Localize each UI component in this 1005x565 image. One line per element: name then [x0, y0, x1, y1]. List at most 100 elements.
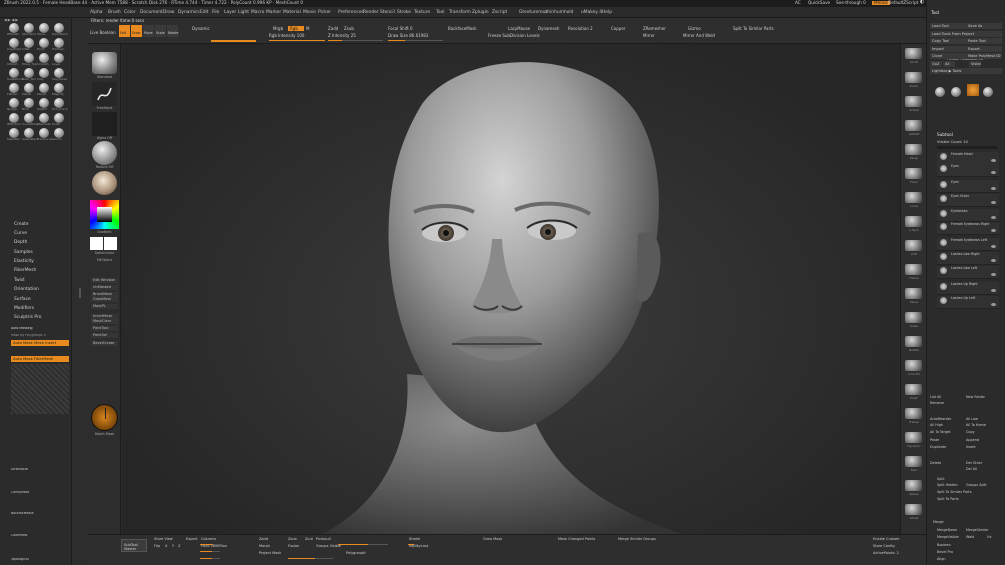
- dynamic-label[interactable]: Dynamic: [192, 27, 210, 31]
- tool-button[interactable]: Load Tools From Project: [930, 31, 1002, 37]
- eye-icon[interactable]: [991, 229, 996, 232]
- rgb-intensity[interactable]: Rgb Intensity 100: [269, 34, 304, 38]
- tool-button[interactable]: Visible: [969, 61, 981, 67]
- stroke-thumbnail[interactable]: [92, 82, 117, 106]
- subtool-action[interactable]: Boolean: [937, 543, 951, 547]
- menu-item[interactable]: Brush: [108, 10, 121, 15]
- history-bar[interactable]: [211, 40, 256, 42]
- right-shelf-icon[interactable]: [905, 384, 922, 395]
- subtool-action[interactable]: Uv: [987, 535, 992, 539]
- bottom-slider[interactable]: [200, 544, 222, 545]
- left-lower-item[interactable]: CavityMask: [11, 491, 69, 496]
- left-menu-item[interactable]: Depth: [14, 240, 27, 245]
- subtool-row[interactable]: Lashes Up Right: [937, 282, 999, 295]
- tool-button[interactable]: Make PolyMesh3D: [966, 53, 1002, 59]
- left-menu-item[interactable]: Curve: [14, 231, 27, 236]
- scale-button[interactable]: Scale: [155, 25, 166, 37]
- bottom-shelf-item[interactable]: Polygroupit: [346, 551, 366, 556]
- shelf-button[interactable]: Edit Window: [91, 278, 118, 283]
- bottom-shelf-item[interactable]: Flip: [154, 544, 160, 549]
- main-color-swatch[interactable]: [90, 237, 103, 250]
- focal-shift[interactable]: Focal Shift 0: [388, 27, 413, 31]
- menu-item[interactable]: File: [212, 10, 219, 15]
- right-shelf-icon[interactable]: [905, 240, 922, 251]
- menu-item[interactable]: Color: [124, 10, 135, 15]
- mrgb-button[interactable]: Mrgb: [273, 27, 283, 31]
- tool-button[interactable]: Import: [930, 46, 966, 52]
- tool-thumb-sphere[interactable]: [951, 87, 961, 97]
- subtool-action[interactable]: Copy: [966, 430, 975, 434]
- eye-icon[interactable]: [991, 159, 996, 162]
- zremesher-button[interactable]: ZRemesher: [643, 27, 666, 31]
- menu-item[interactable]: Edit: [200, 10, 209, 15]
- draw-size-slider[interactable]: [388, 40, 443, 41]
- brush-thumbnail[interactable]: [92, 52, 117, 74]
- eye-icon[interactable]: [991, 259, 996, 262]
- shelf-button[interactable]: PaintTool: [91, 326, 118, 331]
- quicksave-button[interactable]: QuickSave: [808, 0, 830, 5]
- left-lower-item[interactable]: ColorMask: [11, 534, 69, 539]
- bottom-shelf-item[interactable]: Pushpull: [316, 537, 331, 542]
- subtool-row[interactable]: Female Eyebrows Left: [937, 238, 999, 251]
- bottom-shelf-item[interactable]: Mask Changed Points: [558, 537, 595, 542]
- shelf-button[interactable]: MaskClear: [91, 319, 118, 324]
- subtool-action[interactable]: List All: [930, 395, 941, 399]
- bottom-shelf-item[interactable]: Grow Mask: [483, 537, 502, 542]
- right-shelf-icon[interactable]: [905, 144, 922, 155]
- subtool-row[interactable]: Eyelashes: [937, 209, 999, 222]
- menu-item[interactable]: Zscript: [492, 10, 507, 15]
- shelf-button[interactable]: PaintSel: [91, 333, 118, 338]
- subtool-action[interactable]: Split Hidden: [937, 483, 958, 487]
- zadd-button[interactable]: Zadd: [328, 27, 338, 31]
- subtool-action[interactable]: Duplicate: [930, 445, 946, 449]
- menu-item[interactable]: Light: [238, 10, 249, 15]
- subtool-action[interactable]: AutoReorder: [930, 417, 951, 421]
- copper-button[interactable]: Copper: [611, 27, 625, 31]
- alpha-thumbnail[interactable]: [92, 112, 117, 136]
- menu-item[interactable]: Marker: [266, 10, 281, 15]
- left-menu-item[interactable]: Create: [14, 222, 29, 227]
- subtool-action[interactable]: Groups Split: [966, 483, 987, 487]
- menu-item[interactable]: uMakey 4: [581, 10, 602, 15]
- tool-button[interactable]: Export: [966, 46, 1002, 52]
- menu-item[interactable]: Movie: [303, 10, 316, 15]
- bottom-slider[interactable]: [408, 544, 418, 545]
- tool-button[interactable]: Paste Tool: [966, 38, 1002, 44]
- auto-mask-mesh-insert[interactable]: Auto Mask Mesh Insert: [11, 340, 69, 346]
- subtool-action[interactable]: MergeSimilar: [966, 528, 988, 532]
- zsub-button[interactable]: Zsub: [344, 27, 354, 31]
- bottom-shelf-item[interactable]: Zsub: [288, 537, 297, 542]
- bottom-shelf-item[interactable]: Fusion: [288, 544, 299, 549]
- left-lower-item[interactable]: Directional: [11, 468, 69, 473]
- bottom-shelf-item[interactable]: Store View: [154, 537, 173, 542]
- z-intensity[interactable]: Z Intensity 25: [328, 34, 356, 38]
- z-intensity-slider[interactable]: [328, 40, 383, 41]
- tool-thumb-polymesh[interactable]: [967, 84, 979, 96]
- bottom-slider[interactable]: [200, 558, 220, 559]
- menu-item[interactable]: zhinhumhold: [545, 10, 573, 15]
- left-menu-item[interactable]: Surface: [14, 297, 31, 302]
- subtool-action[interactable]: Split To Similar Parts: [937, 490, 972, 494]
- bottom-shelf-item[interactable]: Store Config: [873, 544, 895, 549]
- subtool-row[interactable]: Lashes Low Right: [937, 252, 999, 265]
- right-shelf-icon[interactable]: [905, 216, 922, 227]
- bottom-slider[interactable]: [200, 551, 220, 552]
- eye-icon[interactable]: [991, 216, 996, 219]
- shelf-button[interactable]: MaskPL: [91, 304, 118, 309]
- subtool-action[interactable]: All Low: [966, 417, 978, 421]
- bottom-shelf-item[interactable]: Expert: [186, 537, 197, 542]
- bottom-slider[interactable]: [338, 544, 388, 545]
- live-boolean-button[interactable]: Live Boolean: [90, 31, 116, 35]
- depth-mask-dial[interactable]: [91, 404, 118, 431]
- tool-button[interactable]: Copy Tool: [930, 38, 966, 44]
- subtool-action[interactable]: Split: [937, 477, 945, 481]
- menu-item[interactable]: Transform: [449, 10, 471, 15]
- left-menu-item[interactable]: Orientation: [14, 287, 39, 292]
- viewport-canvas[interactable]: [122, 44, 900, 534]
- bottom-shelf-item[interactable]: Y: [172, 544, 174, 549]
- subtool-action[interactable]: All To Target: [930, 430, 950, 434]
- mirror-weld-button[interactable]: Mirror And Weld: [683, 34, 715, 38]
- subtool-action[interactable]: Delete: [930, 461, 941, 465]
- right-shelf-icon[interactable]: [905, 120, 922, 131]
- left-lower-item[interactable]: Topological: [11, 558, 69, 563]
